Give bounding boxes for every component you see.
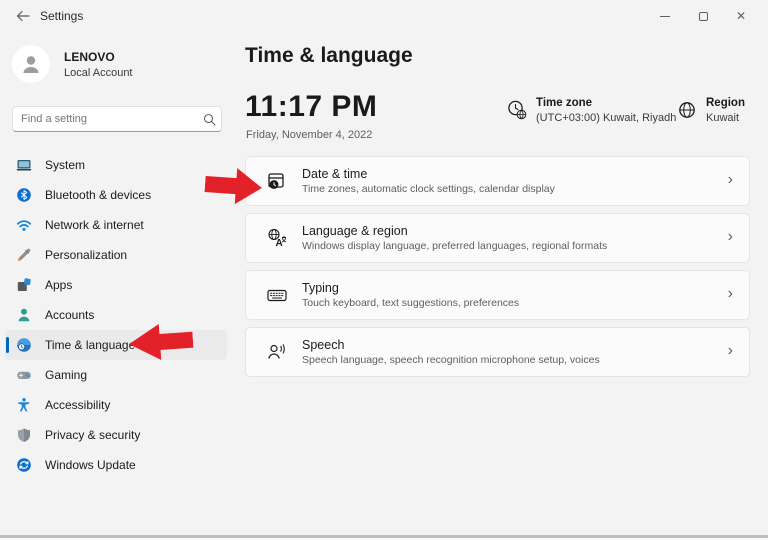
card-subtitle: Speech language, speech recognition micr… [302, 354, 728, 366]
timezone-label: Time zone [536, 97, 676, 109]
chevron-right-icon: › [728, 286, 733, 304]
region-globe-icon [676, 99, 698, 121]
sidebar-item-privacy[interactable]: Privacy & security [5, 420, 227, 450]
region-label: Region [706, 97, 745, 109]
gaming-icon [16, 367, 32, 383]
minimize-icon [660, 16, 670, 17]
sidebar-item-gaming[interactable]: Gaming [5, 360, 227, 390]
sidebar-item-time-language[interactable]: Time & language [5, 330, 227, 360]
titlebar: Settings ✕ [0, 0, 768, 32]
sidebar-item-windows-update[interactable]: Windows Update [5, 450, 227, 480]
search-icon [197, 113, 221, 126]
sidebar-nav: System Bluetooth & devices Network & int… [5, 150, 227, 480]
maximize-button[interactable] [684, 0, 722, 32]
search-input[interactable] [13, 113, 197, 125]
sidebar-item-label: Gaming [45, 368, 87, 382]
avatar[interactable] [12, 45, 50, 83]
card-subtitle: Time zones, automatic clock settings, ca… [302, 183, 728, 195]
speech-icon [266, 341, 288, 363]
privacy-shield-icon [16, 427, 32, 443]
timezone-summary: Time zone (UTC+03:00) Kuwait, Riyadh [506, 97, 676, 124]
page-title: Time & language [245, 44, 413, 68]
settings-card-speech[interactable]: Speech Speech language, speech recogniti… [245, 327, 750, 377]
typing-keyboard-icon [266, 284, 288, 306]
settings-card-language-region[interactable]: A Language & region Windows display lang… [245, 213, 750, 263]
back-arrow-icon [16, 10, 30, 22]
windows-update-icon [16, 457, 32, 473]
sidebar-item-label: Privacy & security [45, 428, 140, 442]
timezone-value: (UTC+03:00) Kuwait, Riyadh [536, 112, 676, 124]
sidebar-item-accounts[interactable]: Accounts [5, 300, 227, 330]
card-title: Date & time [302, 167, 728, 181]
region-value: Kuwait [706, 112, 745, 124]
svg-text:A: A [276, 238, 283, 249]
date-time-icon [266, 170, 288, 192]
account-name: LENOVO [64, 50, 115, 64]
sidebar-item-label: Accessibility [45, 398, 110, 412]
card-title: Language & region [302, 224, 728, 238]
sidebar-item-label: Windows Update [45, 458, 136, 472]
sidebar-item-label: Bluetooth & devices [45, 188, 151, 202]
region-summary: Region Kuwait [676, 97, 745, 124]
selected-indicator [6, 337, 9, 353]
accessibility-icon [16, 397, 32, 413]
close-button[interactable]: ✕ [722, 0, 760, 32]
timezone-clock-globe-icon [506, 99, 528, 121]
sidebar-item-accessibility[interactable]: Accessibility [5, 390, 227, 420]
sidebar-item-label: Apps [45, 278, 72, 292]
sidebar-item-label: System [45, 158, 85, 172]
sidebar-item-system[interactable]: System [5, 150, 227, 180]
clock-date: Friday, November 4, 2022 [246, 129, 372, 141]
sidebar: LENOVO Local Account System [0, 32, 232, 540]
sidebar-item-label: Time & language [45, 338, 135, 352]
accounts-icon [16, 307, 32, 323]
system-icon [16, 157, 32, 173]
minimize-button[interactable] [646, 0, 684, 32]
maximize-icon [699, 12, 708, 21]
card-title: Typing [302, 281, 728, 295]
sidebar-item-bluetooth[interactable]: Bluetooth & devices [5, 180, 227, 210]
chevron-right-icon: › [728, 172, 733, 190]
search-box[interactable] [12, 106, 222, 132]
user-icon [19, 52, 43, 76]
chevron-right-icon: › [728, 229, 733, 247]
time-language-icon [16, 337, 32, 353]
settings-card-date-time[interactable]: Date & time Time zones, automatic clock … [245, 156, 750, 206]
sidebar-item-label: Personalization [45, 248, 127, 262]
language-region-icon: A [266, 227, 288, 249]
settings-card-typing[interactable]: Typing Touch keyboard, text suggestions,… [245, 270, 750, 320]
personalization-icon [16, 247, 32, 263]
window-title: Settings [40, 9, 83, 23]
back-button[interactable] [10, 4, 36, 28]
network-icon [16, 217, 32, 233]
sidebar-item-personalization[interactable]: Personalization [5, 240, 227, 270]
card-subtitle: Windows display language, preferred lang… [302, 240, 728, 252]
clock-time: 11:17 PM [245, 90, 377, 124]
chevron-right-icon: › [728, 343, 733, 361]
card-title: Speech [302, 338, 728, 352]
sidebar-item-apps[interactable]: Apps [5, 270, 227, 300]
account-type: Local Account [64, 67, 133, 79]
bluetooth-icon [16, 187, 32, 203]
apps-icon [16, 277, 32, 293]
close-icon: ✕ [736, 10, 746, 22]
sidebar-item-label: Network & internet [45, 218, 144, 232]
sidebar-item-network[interactable]: Network & internet [5, 210, 227, 240]
sidebar-item-label: Accounts [45, 308, 94, 322]
card-subtitle: Touch keyboard, text suggestions, prefer… [302, 297, 728, 309]
